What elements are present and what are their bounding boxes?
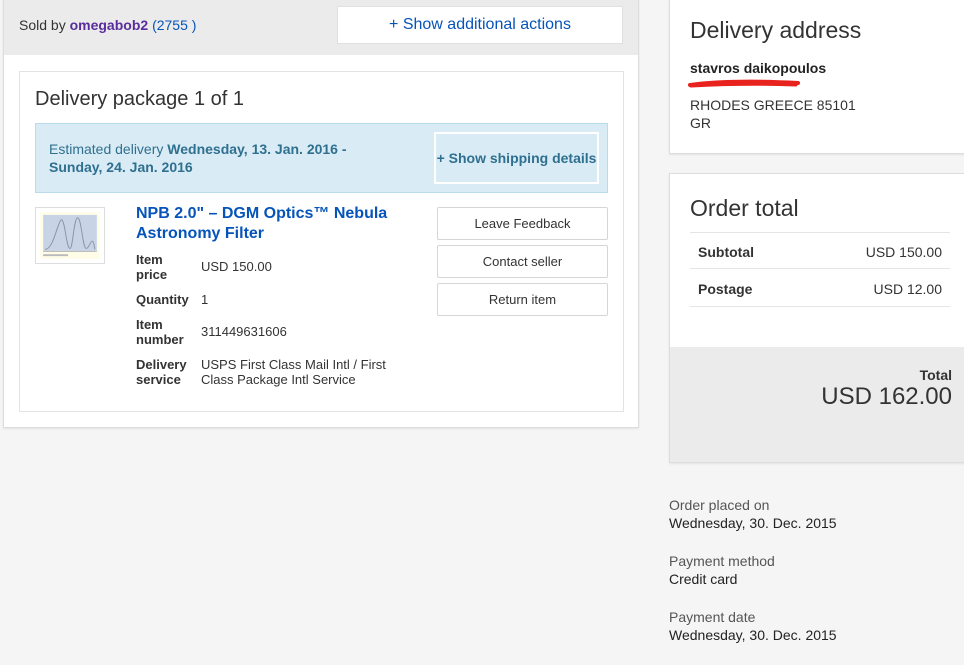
seller-score-close: ) bbox=[191, 17, 197, 33]
package-title: Delivery package 1 of 1 bbox=[35, 88, 245, 110]
item-thumbnail-image bbox=[40, 212, 100, 259]
leave-feedback-button[interactable]: Leave Feedback bbox=[437, 207, 608, 240]
subtotal-label: Subtotal bbox=[698, 244, 754, 260]
subtotal-value: USD 150.00 bbox=[865, 244, 942, 260]
seller-bar: Sold by omegabob2 (2755 ) + Show additio… bbox=[4, 0, 638, 55]
item-price-label: Item price bbox=[136, 252, 168, 282]
grand-total-section: Total USD 162.00 bbox=[670, 347, 964, 462]
divider bbox=[690, 306, 950, 307]
estimated-delivery-banner: Estimated delivery Wednesday, 13. Jan. 2… bbox=[35, 123, 608, 193]
order-panel: Sold by omegabob2 (2755 ) + Show additio… bbox=[3, 0, 639, 428]
total-value: USD 162.00 bbox=[821, 383, 952, 410]
quantity-label: Quantity bbox=[136, 292, 189, 307]
total-label: Total bbox=[919, 367, 952, 383]
payment-date-value: Wednesday, 30. Dec. 2015 bbox=[669, 627, 837, 643]
seller-info: Sold by omegabob2 (2755 ) bbox=[19, 17, 196, 33]
delivery-package: Delivery package 1 of 1 Estimated delive… bbox=[19, 71, 624, 412]
estimated-delivery-text: Estimated delivery Wednesday, 13. Jan. 2… bbox=[49, 140, 379, 176]
order-placed-label: Order placed on bbox=[669, 497, 770, 513]
order-placed-value: Wednesday, 30. Dec. 2015 bbox=[669, 515, 837, 531]
show-shipping-details-button[interactable]: + Show shipping details bbox=[434, 132, 599, 184]
item-thumbnail[interactable] bbox=[35, 207, 105, 264]
delivery-service-value: USPS First Class Mail Intl / First Class… bbox=[201, 357, 386, 387]
sold-by-label: Sold by bbox=[19, 17, 66, 33]
contact-seller-button[interactable]: Contact seller bbox=[437, 245, 608, 278]
payment-date-label: Payment date bbox=[669, 609, 756, 625]
seller-feedback-score[interactable]: 2755 bbox=[157, 17, 188, 33]
item-number-value: 311449631606 bbox=[201, 324, 287, 339]
delivery-address-title: Delivery address bbox=[690, 17, 862, 43]
delivery-service-label: Delivery service bbox=[136, 357, 187, 387]
redaction-scribble-icon bbox=[688, 79, 800, 88]
item-price-value: USD 150.00 bbox=[201, 259, 272, 274]
show-additional-actions-button[interactable]: + Show additional actions bbox=[337, 6, 623, 44]
delivery-address-card: Delivery address stavros daikopoulos RHO… bbox=[669, 0, 964, 154]
payment-method-value: Credit card bbox=[669, 571, 738, 587]
payment-method-label: Payment method bbox=[669, 553, 775, 569]
order-total-card: Order total Subtotal USD 150.00 Postage … bbox=[669, 173, 964, 463]
address-city-line: RHODES GREECE 85101 bbox=[690, 97, 856, 113]
seller-name-link[interactable]: omegabob2 bbox=[70, 17, 149, 33]
item-title-link[interactable]: NPB 2.0" – DGM Optics™ Nebula Astronomy … bbox=[136, 204, 406, 244]
estimated-delivery-label: Estimated delivery bbox=[49, 141, 164, 157]
address-country: GR bbox=[690, 115, 711, 131]
return-item-button[interactable]: Return item bbox=[437, 283, 608, 316]
divider bbox=[690, 268, 950, 269]
postage-label: Postage bbox=[698, 281, 753, 297]
quantity-value: 1 bbox=[201, 292, 209, 307]
postage-value: USD 12.00 bbox=[873, 281, 942, 297]
item-number-label: Item number bbox=[136, 317, 184, 347]
order-total-title: Order total bbox=[690, 195, 799, 221]
divider bbox=[690, 232, 950, 233]
recipient-name: stavros daikopoulos bbox=[690, 60, 827, 76]
